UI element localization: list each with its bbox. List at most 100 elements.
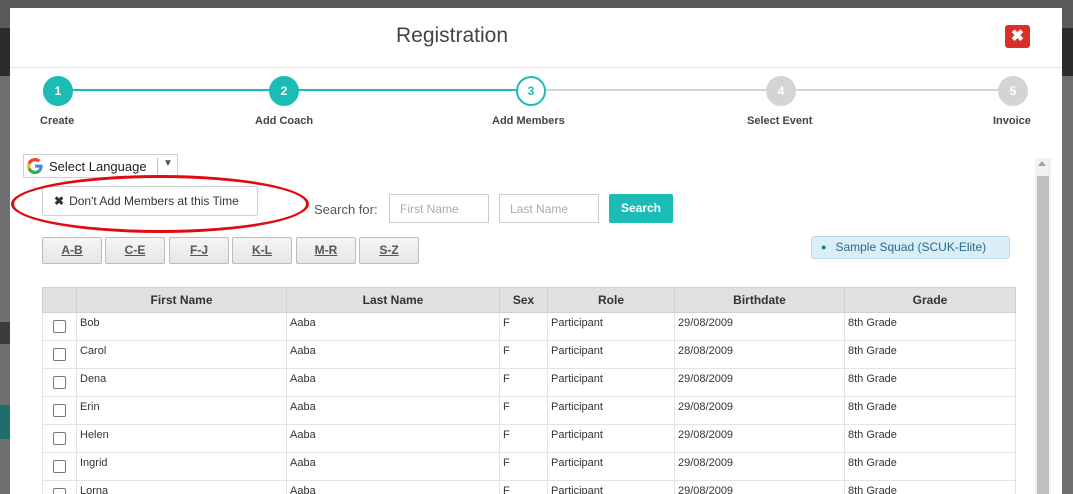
scroll-up-arrow-icon[interactable] [1038,161,1046,166]
last-name-cell: Aaba [286,396,500,425]
search-button[interactable]: Search [609,194,673,223]
first-name-cell: Carol [76,340,287,369]
last-name-cell: Aaba [286,480,500,494]
step-5-label: Invoice [993,115,1031,127]
filter-k-l-button[interactable]: K-L [232,237,292,264]
step-5-circle[interactable]: 5 [998,76,1028,106]
row-select-cell [42,340,77,369]
grade-cell: 8th Grade [844,368,1016,397]
members-table-body: Bob Aaba F Participant 29/08/2009 8th Grade Ca… [42,312,1016,494]
step-1-circle[interactable]: 1 [43,76,73,106]
select-column-header [42,287,77,313]
row-select-cell [42,312,77,341]
grade-cell: 8th Grade [844,312,1016,341]
role-column-header[interactable]: Role [547,287,675,313]
table-row[interactable]: Carol Aaba F Participant 28/08/2009 8th Grade [42,340,1016,369]
grade-cell: 8th Grade [844,340,1016,369]
filter-m-r-button[interactable]: M-R [296,237,356,264]
row-select-checkbox[interactable] [53,460,66,473]
grade-column-header[interactable]: Grade [844,287,1016,313]
sex-cell: F [499,396,548,425]
last-name-cell: Aaba [286,340,500,369]
table-row[interactable]: Dena Aaba F Participant 29/08/2009 8th Grade [42,368,1016,397]
row-select-checkbox[interactable] [53,348,66,361]
birthdate-cell: 29/08/2009 [674,396,845,425]
first-name-cell: Ingrid [76,452,287,481]
table-row[interactable]: Helen Aaba F Participant 29/08/2009 8th Grade [42,424,1016,453]
first-name-cell: Dena [76,368,287,397]
first-name-column-header[interactable]: First Name [76,287,287,313]
row-select-checkbox[interactable] [53,320,66,333]
sex-cell: F [499,480,548,494]
last-name-search-input[interactable] [499,194,599,223]
birthdate-cell: 29/08/2009 [674,312,845,341]
role-cell: Participant [547,452,675,481]
row-select-cell [42,368,77,397]
sex-cell: F [499,368,548,397]
modal-title: Registration [395,24,509,47]
search-label: Search for: [314,202,378,217]
sex-cell: F [499,452,548,481]
chevron-down-icon: ▼ [163,158,173,169]
step-4-label: Select Event [747,115,813,127]
birthdate-cell: 29/08/2009 [674,424,845,453]
registration-stepper: 1 2 3 4 5 Create Add Coach Add Members S… [10,68,1062,148]
modal-content: Select Language ▼ ✖ Don't Add Members at … [10,152,1062,494]
birthdate-cell: 29/08/2009 [674,452,845,481]
birthdate-column-header[interactable]: Birthdate [674,287,845,313]
grade-cell: 8th Grade [844,424,1016,453]
role-cell: Participant [547,312,675,341]
table-header-row: First Name Last Name Sex Role Birthdate … [42,287,1016,313]
language-select-label: Select Language [49,159,147,174]
step-1-label: Create [40,115,75,127]
table-row[interactable]: Lorna Aaba F Participant 29/08/2009 8th Grade [42,480,1016,494]
close-button[interactable]: ✖ [1005,25,1030,48]
row-select-checkbox[interactable] [53,488,66,494]
sex-column-header[interactable]: Sex [499,287,548,313]
step-2-label: Add Coach [255,115,314,127]
backdrop-edge [0,322,10,344]
table-row[interactable]: Ingrid Aaba F Participant 29/08/2009 8th Grad… [42,452,1016,481]
step-3-label: Add Members [492,115,565,127]
grade-cell: 8th Grade [844,480,1016,494]
scrollbar-thumb[interactable] [1037,176,1049,494]
last-name-column-header[interactable]: Last Name [286,287,500,313]
birthdate-cell: 29/08/2009 [674,368,845,397]
step-3-circle[interactable]: 3 [516,76,546,106]
close-icon: ✖ [1010,28,1025,45]
table-row[interactable]: Erin Aaba F Participant 29/08/2009 8th Grade [42,396,1016,425]
sex-cell: F [499,312,548,341]
grade-cell: 8th Grade [844,396,1016,425]
last-name-cell: Aaba [286,368,500,397]
step-2-circle[interactable]: 2 [269,76,299,106]
step-connector [298,89,518,91]
row-select-cell [42,424,77,453]
filter-f-j-button[interactable]: F-J [169,237,229,264]
grade-cell: 8th Grade [844,452,1016,481]
row-select-cell [42,480,77,494]
dont-add-members-button[interactable]: ✖ Don't Add Members at this Time [42,186,258,216]
first-name-cell: Bob [76,312,287,341]
filter-c-e-button[interactable]: C-E [105,237,165,264]
vertical-scrollbar[interactable] [1035,158,1051,494]
filter-a-b-button[interactable]: A-B [42,237,102,264]
step-4-circle[interactable]: 4 [766,76,796,106]
row-select-checkbox[interactable] [53,376,66,389]
modal-header: Registration ✖ [10,8,1062,68]
first-name-search-input[interactable] [389,194,489,223]
filter-s-z-button[interactable]: S-Z [359,237,419,264]
table-row[interactable]: Bob Aaba F Participant 29/08/2009 8th Grade [42,312,1016,341]
birthdate-cell: 29/08/2009 [674,480,845,494]
birthdate-cell: 28/08/2009 [674,340,845,369]
last-name-cell: Aaba [286,452,500,481]
row-select-checkbox[interactable] [53,404,66,417]
squad-label: Sample Squad (SCUK-Elite) [835,240,987,254]
row-select-checkbox[interactable] [53,432,66,445]
role-cell: Participant [547,340,675,369]
first-name-cell: Helen [76,424,287,453]
squad-badge: ● Sample Squad (SCUK-Elite) [811,236,1010,259]
members-table: First Name Last Name Sex Role Birthdate … [42,287,1016,494]
language-separator [157,158,158,174]
language-select[interactable]: Select Language ▼ [23,154,178,178]
first-name-cell: Erin [76,396,287,425]
